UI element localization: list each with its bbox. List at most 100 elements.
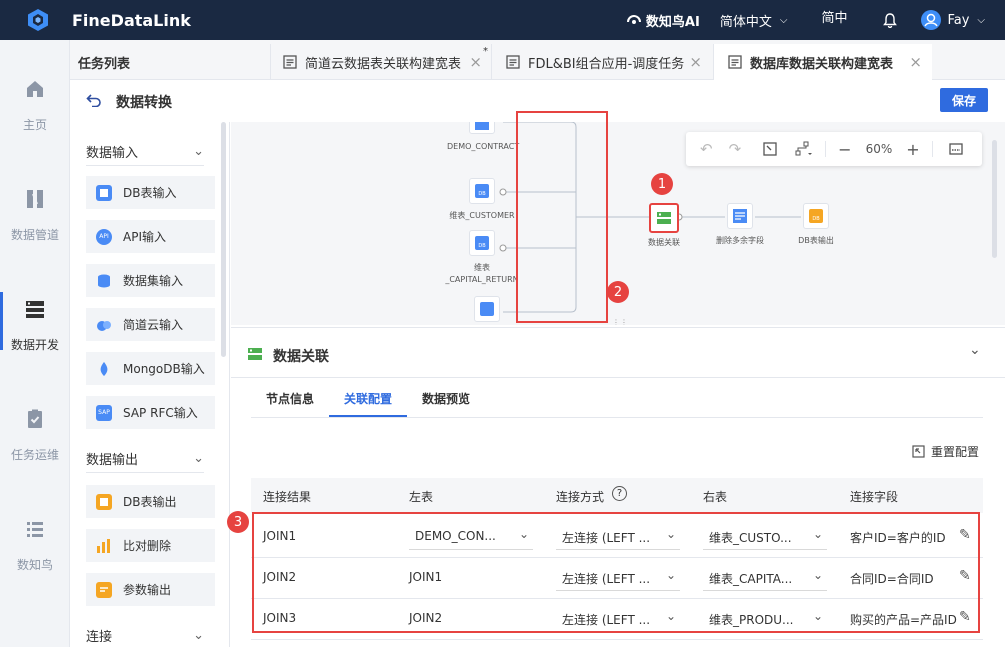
reset-config-button[interactable]: 重置配置	[912, 443, 979, 460]
dev-icon	[26, 301, 44, 318]
node-label: DEMO_CONTRACT	[447, 142, 520, 151]
palette-item-label: DB表输入	[123, 186, 177, 200]
tab-data-preview[interactable]: 数据预览	[422, 390, 470, 407]
canvas-scrollbar[interactable]	[992, 140, 997, 258]
redo-icon[interactable]: ↷	[729, 140, 742, 158]
annotation-badge-2: 2	[607, 281, 629, 303]
left-nav: 主页 数据管道 数据开发 任务运维 数知鸟	[0, 40, 70, 647]
palette-item-sap-input[interactable]: SAP SAP RFC输入	[86, 396, 215, 429]
param-output-icon	[96, 581, 112, 598]
node-palette: 数据输入 ⌄ DB表输入 API API输入 数据集输入 简道云输入 MongoD…	[70, 122, 230, 647]
palette-scrollbar[interactable]	[221, 122, 226, 357]
fit-view-icon[interactable]	[763, 142, 777, 156]
tab-label: 数据库数据关联构建宽表	[750, 56, 894, 72]
tab-jiandaoyun-wide-table[interactable]: 简道云数据表关联构建宽表 × *	[270, 44, 490, 80]
ai-button[interactable]: 数知鸟AI	[626, 11, 700, 30]
node-db-output[interactable]: DB DB表输出	[791, 203, 841, 246]
bell-icon	[883, 12, 898, 28]
palette-item-api-input[interactable]: API API输入	[86, 220, 215, 253]
node-label: _CAPITAL_RETURN	[445, 275, 519, 284]
zoom-in-icon[interactable]: +	[906, 140, 919, 159]
svg-text:DB: DB	[478, 243, 486, 249]
help-icon[interactable]: ?	[612, 486, 627, 501]
doc-icon	[506, 55, 520, 69]
ai-icon	[626, 15, 641, 24]
node-customer[interactable]: DB 维表_CUSTOMER	[447, 178, 517, 221]
nav-item-home[interactable]: 主页	[0, 78, 70, 133]
close-icon[interactable]: ×	[689, 53, 702, 71]
chevron-down-icon: ⌄	[193, 144, 204, 159]
canvas-toolbar: ↶ ↷ − 60% +	[686, 132, 982, 166]
db-table-icon: DB	[469, 230, 495, 256]
section-data-output[interactable]: 数据输出 ⌄	[86, 445, 204, 473]
zoom-out-icon[interactable]: −	[838, 140, 851, 159]
nav-item-bird[interactable]: 数知鸟	[0, 518, 70, 573]
tab-fdl-bi-schedule[interactable]: FDL&BI组合应用-调度任务 ×	[491, 44, 712, 80]
node-product[interactable]	[472, 296, 502, 322]
language-select[interactable]: 简体中文 ⌵	[720, 11, 788, 30]
layout-icon[interactable]	[795, 141, 813, 157]
node-demo-contract[interactable]: DEMO_CONTRACT	[447, 122, 520, 151]
notification-button[interactable]	[883, 12, 898, 28]
palette-item-compare-delete[interactable]: 比对删除	[86, 529, 215, 562]
nav-item-pipeline[interactable]: 数据管道	[0, 188, 70, 243]
palette-item-param-output[interactable]: 参数输出	[86, 573, 215, 606]
tabs-bar: 任务列表 简道云数据表关联构建宽表 × * FDL&BI组合应用-调度任务 × …	[70, 40, 1005, 80]
section-join[interactable]: 连接 ⌄	[86, 622, 204, 647]
palette-item-db-input[interactable]: DB表输入	[86, 176, 215, 209]
collapse-chevron-icon[interactable]: ⌄	[969, 342, 981, 358]
pipeline-icon	[27, 190, 43, 208]
tab-label: 简道云数据表关联构建宽表	[305, 56, 462, 72]
section-title: 连接	[86, 630, 113, 645]
save-button[interactable]: 保存	[940, 88, 988, 112]
nav-label: 数据管道	[10, 228, 59, 242]
task-list-title[interactable]: 任务列表	[78, 53, 130, 72]
resize-handle[interactable]: ⋮⋮	[612, 318, 628, 325]
db-table-icon: DB	[469, 178, 495, 204]
palette-item-mongodb-input[interactable]: MongoDB输入	[86, 352, 215, 385]
tab-join-config[interactable]: 关联配置	[344, 390, 392, 407]
section-data-input[interactable]: 数据输入 ⌄	[86, 138, 204, 166]
node-label: 数据关联	[648, 238, 680, 247]
palette-item-jiandaoyun-input[interactable]: 简道云输入	[86, 308, 215, 341]
tab-db-wide-table[interactable]: 数据库数据关联构建宽表 ×	[713, 44, 932, 80]
undo-icon[interactable]: ↶	[700, 140, 713, 158]
svg-text:DB: DB	[478, 191, 486, 197]
join-icon	[649, 203, 679, 233]
chevron-down-icon: ⌄	[193, 628, 204, 643]
node-label: DB表输出	[798, 236, 834, 245]
palette-item-label: 数据集输入	[123, 274, 184, 288]
doc-icon	[283, 55, 297, 69]
node-data-join[interactable]: 数据关联	[639, 203, 689, 248]
jiandaoyun-icon	[96, 317, 112, 333]
palette-item-label: SAP RFC输入	[123, 406, 198, 420]
node-remove-fields[interactable]: 删除多余字段	[710, 203, 770, 246]
remove-fields-icon	[727, 203, 753, 229]
back-icon[interactable]	[86, 93, 102, 107]
palette-item-db-output[interactable]: DB表输出	[86, 485, 215, 518]
tab-node-info[interactable]: 节点信息	[266, 390, 314, 407]
svg-text:DB: DB	[812, 216, 820, 222]
node-capital-return[interactable]: DB 维表 _CAPITAL_RETURN	[442, 230, 522, 284]
chevron-down-icon: ⌵	[779, 14, 788, 26]
divider	[825, 141, 827, 157]
nav-item-dev[interactable]: 数据开发	[0, 292, 70, 353]
language-label: 简体中文	[719, 14, 772, 30]
minimap-icon[interactable]	[948, 143, 963, 155]
close-icon[interactable]: ×	[909, 53, 922, 71]
logo[interactable]: FineDataLink	[0, 8, 191, 32]
palette-item-dataset-input[interactable]: 数据集输入	[86, 264, 215, 297]
top-bar: FineDataLink 数知鸟AI 简体中文 ⌵ 简中 Fay ⌵	[0, 0, 1005, 40]
lang-short-button[interactable]: 简中	[821, 7, 847, 26]
nav-label: 数知鸟	[16, 558, 53, 572]
user-menu[interactable]: Fay ⌵	[921, 10, 985, 30]
nav-item-ops[interactable]: 任务运维	[0, 408, 70, 463]
chevron-down-icon: ⌵	[977, 14, 985, 26]
panel-title: 数据关联	[273, 349, 329, 365]
palette-item-label: MongoDB输入	[123, 362, 205, 376]
mongodb-icon	[96, 361, 112, 377]
logo-icon	[28, 9, 48, 31]
join-table-header: 连接结果 左表 连接方式 ? 右表 连接字段	[251, 478, 983, 513]
close-icon[interactable]: ×	[469, 53, 482, 71]
node-label: 删除多余字段	[716, 236, 764, 245]
